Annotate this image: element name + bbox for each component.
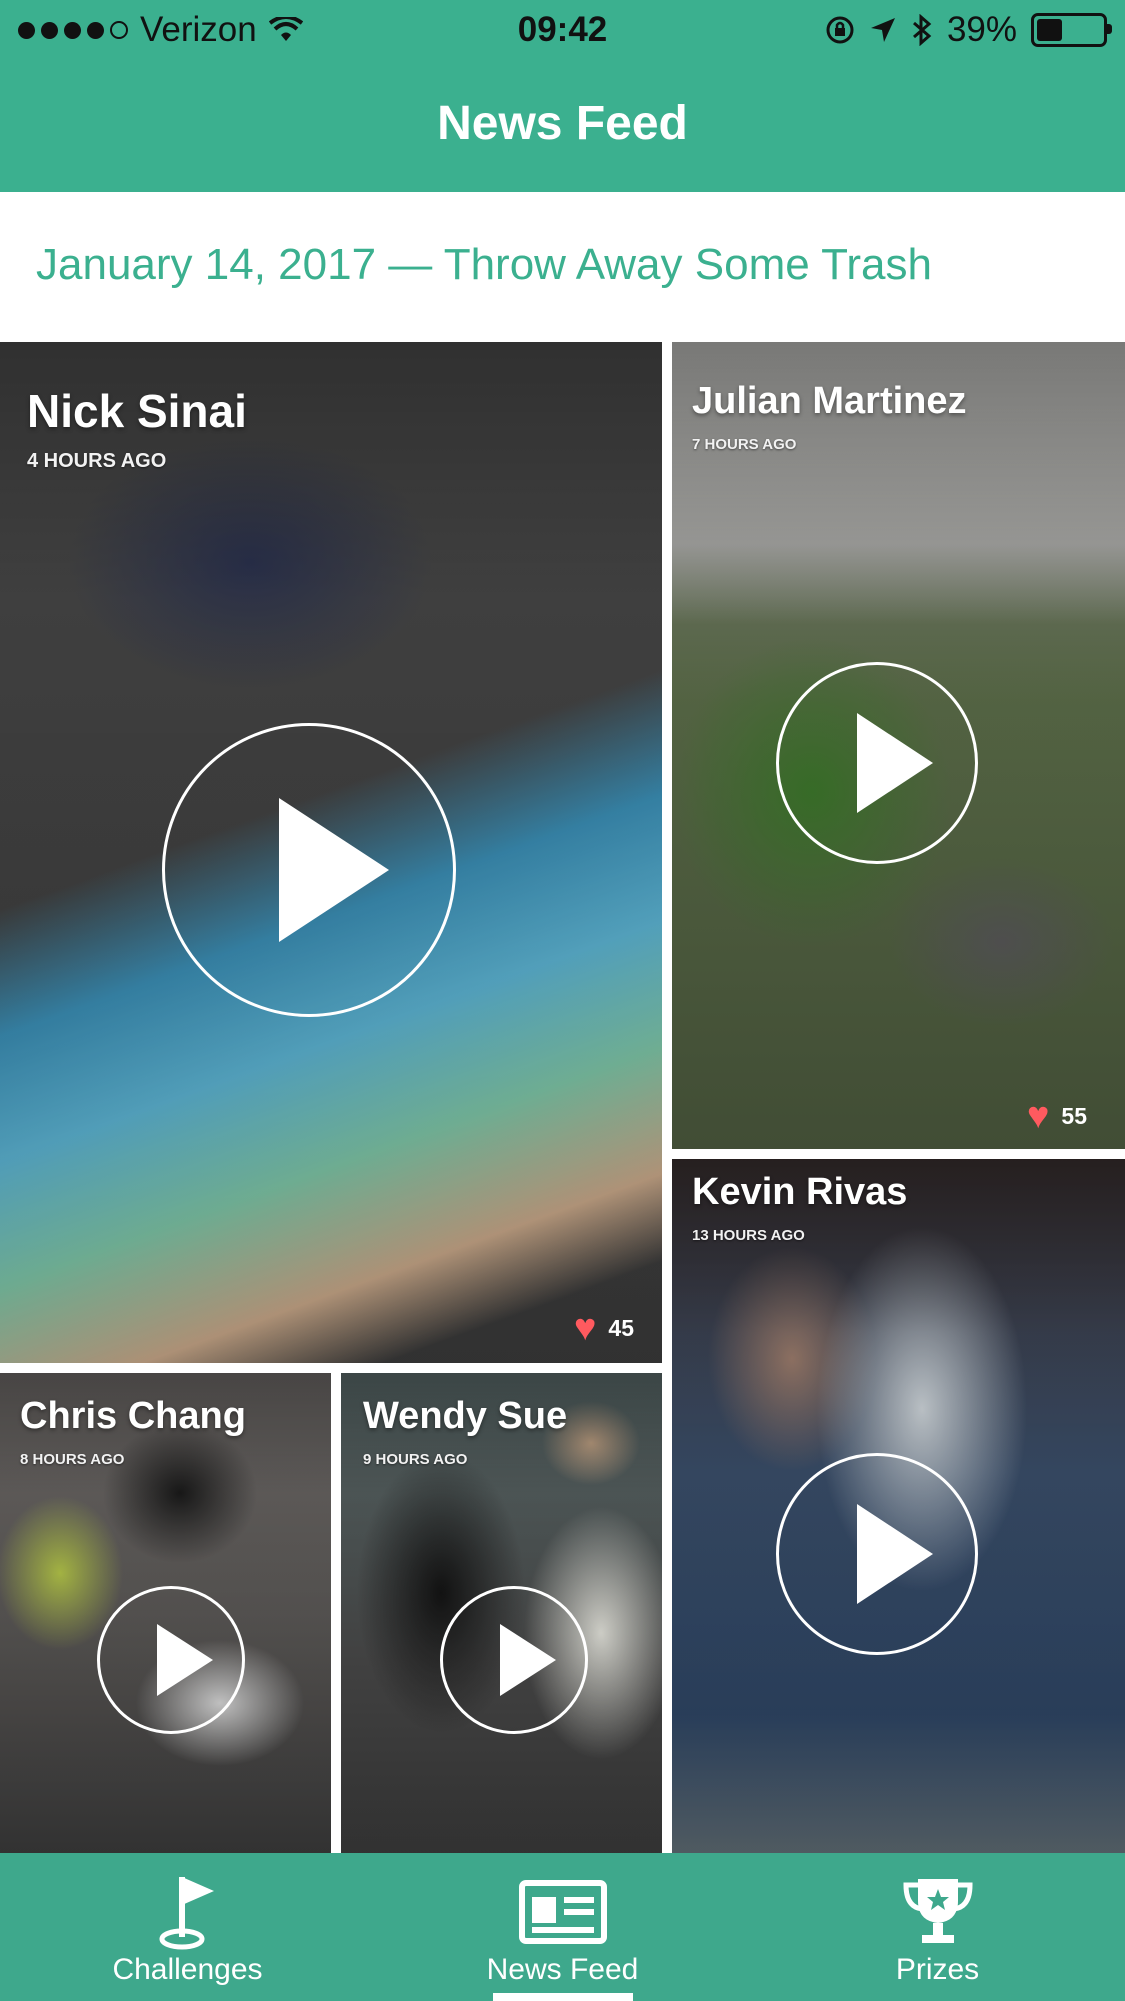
rotation-lock-icon <box>826 16 854 44</box>
post-timestamp: 9 HOURS AGO <box>363 1451 468 1468</box>
like-counter[interactable]: ♥ 45 <box>574 1309 634 1347</box>
page-title: News Feed <box>437 97 688 150</box>
post-author-name: Kevin Rivas <box>692 1171 908 1213</box>
play-button[interactable] <box>776 662 978 864</box>
like-count: 45 <box>608 1314 634 1341</box>
navigation-bar: News Feed <box>0 60 1125 192</box>
heart-icon: ♥ <box>1026 1095 1050 1137</box>
post-card-wendy-sue[interactable]: Wendy Sue 9 HOURS AGO <box>341 1373 662 1853</box>
feed-date-challenge-header: January 14, 2017 — Throw Away Some Trash <box>36 240 932 289</box>
tab-label: Challenges <box>112 1953 263 1986</box>
golf-flag-icon <box>159 1877 214 1950</box>
tab-label: News Feed <box>486 1953 639 1986</box>
post-author-name: Julian Martinez <box>692 380 967 422</box>
like-counter[interactable]: ♥ 55 <box>1027 1097 1087 1135</box>
play-button[interactable] <box>97 1586 245 1734</box>
post-timestamp: 13 HOURS AGO <box>692 1227 805 1244</box>
post-author-name: Nick Sinai <box>27 385 247 437</box>
post-author-name: Wendy Sue <box>363 1395 568 1437</box>
trophy-icon <box>902 1879 973 1943</box>
battery-percent: 39% <box>946 10 1017 49</box>
tab-label: Prizes <box>895 1953 980 1986</box>
play-button[interactable] <box>440 1586 588 1734</box>
bluetooth-icon <box>912 14 932 46</box>
location-arrow-icon <box>870 18 895 42</box>
post-timestamp: 4 HOURS AGO <box>27 450 167 472</box>
battery-icon <box>1031 13 1112 47</box>
play-button[interactable] <box>776 1453 978 1655</box>
status-bar: Verizon 09:42 39% <box>0 0 1125 60</box>
post-card-julian-martinez[interactable]: Julian Martinez 7 HOURS AGO ♥ 55 <box>672 342 1125 1149</box>
heart-icon: ♥ <box>573 1307 597 1349</box>
play-button[interactable] <box>162 723 456 1017</box>
tab-challenges[interactable]: Challenges <box>0 1853 375 2001</box>
tab-prizes[interactable]: Prizes <box>750 1853 1125 2001</box>
post-card-chris-chang[interactable]: Chris Chang 8 HOURS AGO <box>0 1373 331 1853</box>
tab-bar: Challenges News Feed Prizes <box>0 1853 1125 2001</box>
post-card-kevin-rivas[interactable]: Kevin Rivas 13 HOURS AGO <box>672 1159 1125 1853</box>
selected-tab-indicator <box>492 1993 633 2001</box>
post-timestamp: 8 HOURS AGO <box>20 1451 125 1468</box>
tab-news-feed[interactable]: News Feed <box>375 1853 750 2001</box>
newspaper-icon <box>518 1880 607 1944</box>
post-card-nick-sinai[interactable]: Nick Sinai 4 HOURS AGO ♥ 45 <box>0 342 662 1363</box>
like-count: 55 <box>1061 1102 1087 1129</box>
post-timestamp: 7 HOURS AGO <box>692 436 797 453</box>
post-author-name: Chris Chang <box>20 1395 246 1437</box>
